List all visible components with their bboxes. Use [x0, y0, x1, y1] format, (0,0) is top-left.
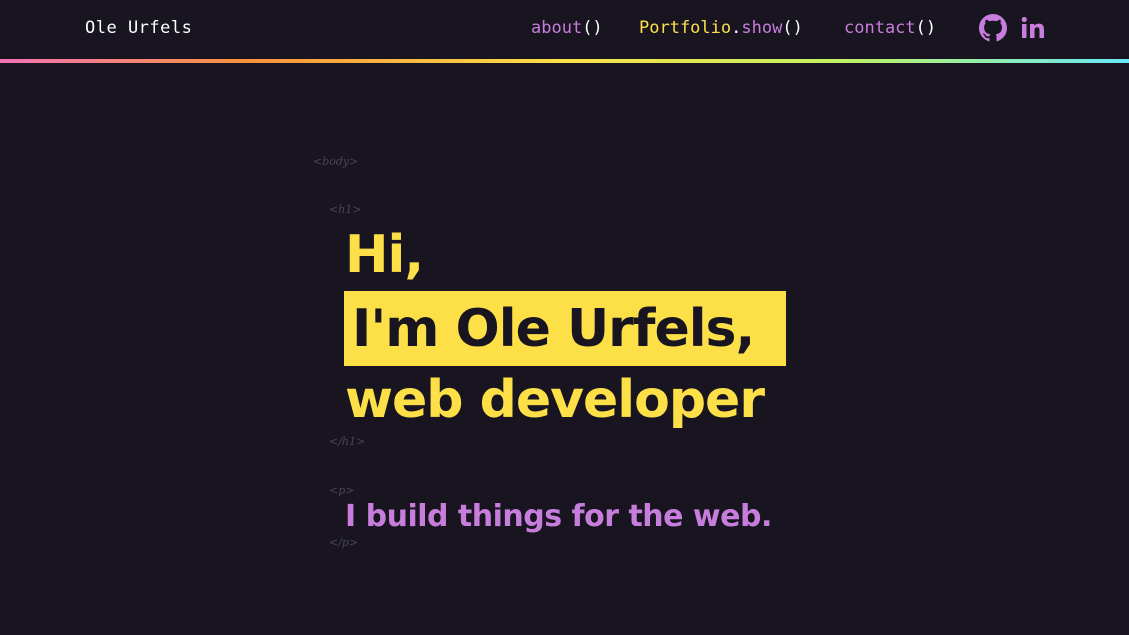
brand-name[interactable]: Ole Urfels: [85, 17, 192, 39]
nav-portfolio-method: show: [741, 18, 783, 38]
nav-portfolio-parens: (): [782, 18, 803, 38]
hero-tagline: I build things for the web.: [345, 499, 772, 534]
nav-contact-label: contact: [844, 18, 916, 38]
header-gradient-divider: [0, 59, 1129, 63]
decor-h1-open-tag: <h1>: [329, 203, 362, 216]
nav-portfolio-dot: .: [731, 18, 742, 38]
decor-p-close-tag: </p>: [329, 536, 359, 549]
nav-contact-link[interactable]: contact(): [844, 17, 936, 39]
hero-role: web developer: [345, 370, 765, 430]
nav-contact-parens: (): [915, 18, 937, 38]
hero-greeting: Hi,: [345, 225, 424, 285]
nav-about-label: about: [531, 18, 583, 38]
linkedin-icon[interactable]: [1019, 14, 1047, 42]
decor-h1-close-tag: </h1>: [329, 435, 366, 448]
nav-portfolio-object: Portfolio: [639, 18, 732, 38]
decor-p-open-tag: <p>: [329, 484, 355, 497]
nav-portfolio-link[interactable]: Portfolio.show(): [639, 17, 803, 39]
hero-name: I'm Ole Urfels,: [352, 299, 755, 359]
nav-about-link[interactable]: about(): [531, 17, 603, 39]
decor-body-open-tag: <body>: [313, 155, 359, 168]
site-header: Ole Urfels about() Portfolio.show() cont…: [0, 0, 1129, 59]
nav-about-parens: (): [582, 18, 603, 38]
github-icon[interactable]: [979, 14, 1007, 42]
